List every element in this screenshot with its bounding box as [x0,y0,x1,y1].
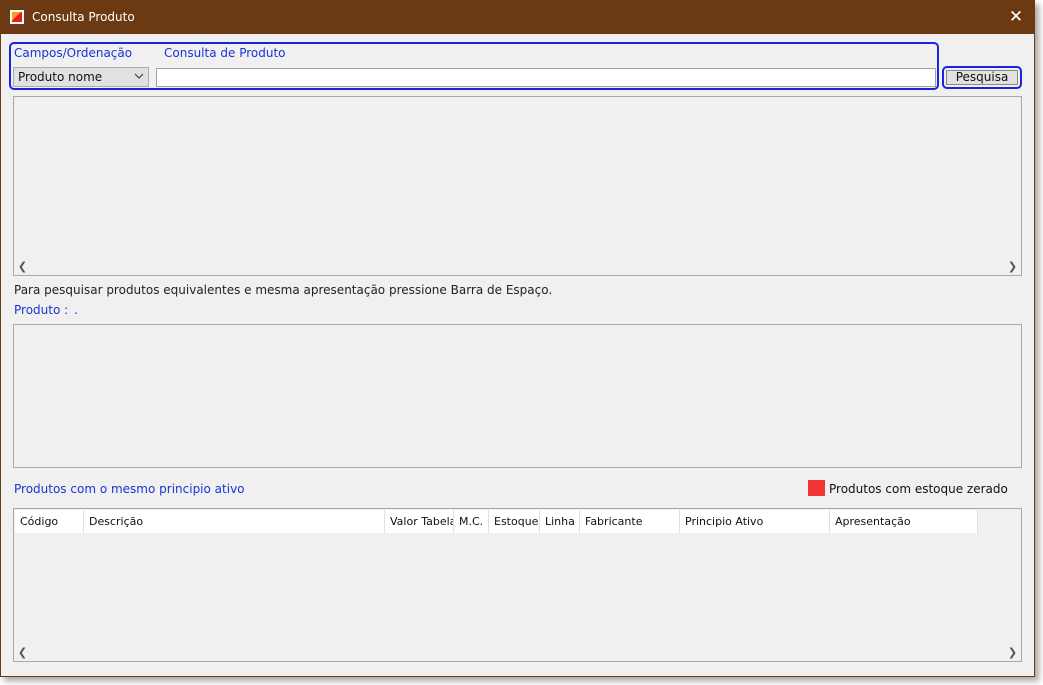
results-table-panel[interactable]: ❮ ❯ [13,96,1022,276]
zero-stock-legend-swatch [808,480,825,496]
scroll-right-icon[interactable]: ❯ [1004,258,1021,275]
column-header-apresentacao[interactable]: Apresentação [830,510,978,533]
product-search-input[interactable] [156,68,936,87]
zero-stock-legend-label: Produtos com estoque zerado [829,482,1008,496]
fields-dropdown[interactable]: Produto nome [13,67,149,87]
column-header-mc[interactable]: M.C. [454,510,489,533]
chevron-down-icon [134,73,144,79]
column-header-linha[interactable]: Linha [540,510,580,533]
scroll-left-icon[interactable]: ❮ [14,644,31,661]
scroll-right-icon[interactable]: ❯ [1004,644,1021,661]
product-detail-panel [13,324,1022,468]
search-button[interactable]: Pesquisa [946,70,1018,85]
similar-horizontal-scrollbar[interactable]: ❮ ❯ [14,644,1021,661]
fields-dropdown-value: Produto nome [18,70,103,84]
column-header-codigo[interactable]: Código [15,510,84,533]
fields-label: Campos/Ordenação [14,46,133,60]
search-hint-text: Para pesquisar produtos equivalentes e m… [14,283,553,297]
results-horizontal-scrollbar[interactable]: ❮ ❯ [14,258,1021,275]
similar-products-header: Código Descrição Valor Tabela M.C. Estoq… [15,510,978,533]
close-icon[interactable]: ✕ [1004,6,1028,28]
column-header-descricao[interactable]: Descrição [84,510,385,533]
search-button-highlight: Pesquisa [942,66,1022,89]
scroll-left-icon[interactable]: ❮ [14,258,31,275]
query-label: Consulta de Produto [164,46,286,60]
product-label: Produto : [14,303,69,317]
title-bar[interactable]: Consulta Produto ✕ [1,1,1034,34]
app-logo-icon [10,10,24,24]
column-header-estoque[interactable]: Estoque [489,510,540,533]
column-header-fabricante[interactable]: Fabricante [580,510,680,533]
similar-products-title: Produtos com o mesmo principio ativo [14,482,245,496]
window-title: Consulta Produto [32,10,135,24]
column-header-principio-ativo[interactable]: Principio Ativo [680,510,830,533]
column-header-valor-tabela[interactable]: Valor Tabela [385,510,454,533]
similar-products-table[interactable]: Código Descrição Valor Tabela M.C. Estoq… [13,508,1022,662]
product-value: . [74,303,78,317]
